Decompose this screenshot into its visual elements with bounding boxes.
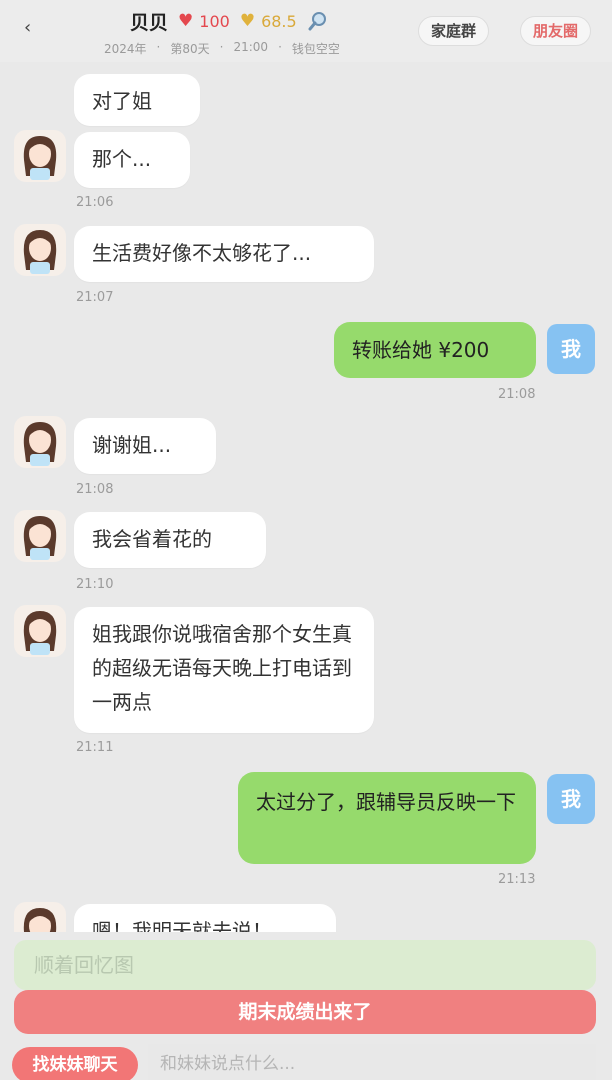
message-time: 21:11 bbox=[76, 740, 114, 755]
coin-heart-icon: ♥ bbox=[239, 11, 256, 31]
sister-avatar-image bbox=[23, 422, 57, 466]
sister-avatar-image bbox=[23, 516, 57, 560]
sister-avatar[interactable] bbox=[14, 902, 66, 932]
sister-avatar[interactable] bbox=[14, 605, 66, 657]
message-time: 21:07 bbox=[76, 290, 114, 305]
message-time: 21:08 bbox=[498, 387, 536, 402]
message-bubble-outgoing: 转账给她 ¥200 bbox=[334, 322, 536, 378]
sister-avatar[interactable] bbox=[14, 416, 66, 468]
message-time: 21:13 bbox=[498, 872, 536, 887]
chat-area[interactable]: 对了姐 那个... 21:06 生活费好像不太够花了... 21:07 转账给她… bbox=[0, 62, 612, 932]
separator-dot: · bbox=[278, 40, 282, 54]
year-label: 2024年 bbox=[104, 42, 147, 56]
chat-header: ‹ 贝贝 ♥ 100 ♥ 68.5 2024年 · 第80天 · 21:00 ·… bbox=[0, 0, 612, 62]
message-time: 21:08 bbox=[76, 482, 114, 497]
message-bubble-incoming: 谢谢姐... bbox=[74, 418, 216, 474]
message-bubble-outgoing: 太过分了，跟辅导员反映一下 bbox=[238, 772, 536, 864]
message-bubble-incoming: 对了姐 bbox=[74, 74, 200, 126]
message-bubble-incoming: 我会省着花的 bbox=[74, 512, 266, 568]
title-row: 贝贝 ♥ 100 ♥ 68.5 bbox=[130, 8, 329, 34]
suggestion-input-faded[interactable]: 顺着回忆图 bbox=[14, 940, 596, 990]
clock-label: 21:00 bbox=[233, 40, 269, 54]
me-avatar[interactable]: 我 bbox=[547, 774, 595, 824]
separator-dot: · bbox=[219, 40, 224, 54]
sister-avatar-image bbox=[23, 908, 57, 932]
sister-avatar-image bbox=[23, 611, 57, 655]
contact-name: 贝贝 bbox=[130, 11, 169, 34]
message-input[interactable] bbox=[148, 1044, 596, 1080]
message-time: 21:06 bbox=[76, 195, 114, 210]
sister-avatar[interactable] bbox=[14, 224, 66, 276]
message-time: 21:10 bbox=[76, 577, 114, 592]
sister-avatar-image bbox=[23, 230, 57, 274]
message-bubble-incoming: 生活费好像不太够花了... bbox=[74, 226, 374, 282]
status-meta: 2024年 · 第80天 · 21:00 · 钱包空空 bbox=[104, 40, 340, 57]
wallet-label: 钱包空空 bbox=[291, 42, 340, 56]
search-icon[interactable] bbox=[307, 10, 329, 32]
coin-value: 68.5 bbox=[261, 11, 297, 31]
sister-avatar[interactable] bbox=[14, 130, 66, 182]
chat-with-sister-button[interactable]: 找妹妹聊天 bbox=[12, 1047, 138, 1080]
day-label: 第80天 bbox=[170, 42, 210, 56]
back-icon[interactable]: ‹ bbox=[24, 18, 38, 38]
exam-results-button[interactable]: 期末成绩出来了 bbox=[14, 990, 596, 1034]
separator-dot: · bbox=[156, 40, 161, 54]
heart-icon: ♥ bbox=[178, 11, 194, 31]
moments-button[interactable]: 朋友圈 bbox=[520, 16, 592, 46]
message-bubble-incoming: 姐我跟你说哦宿舍那个女生真的超级无语每天晚上打电话到一两点 bbox=[74, 607, 374, 733]
family-group-button[interactable]: 家庭群 bbox=[418, 16, 490, 46]
sister-avatar-image bbox=[23, 136, 57, 180]
message-bubble-incoming: 那个... bbox=[74, 132, 190, 188]
message-bubble-incoming: 嗯！我明天就去说！ bbox=[74, 904, 336, 932]
love-value: 100 bbox=[199, 11, 230, 31]
sister-avatar[interactable] bbox=[14, 510, 66, 562]
me-avatar[interactable]: 我 bbox=[547, 324, 595, 374]
